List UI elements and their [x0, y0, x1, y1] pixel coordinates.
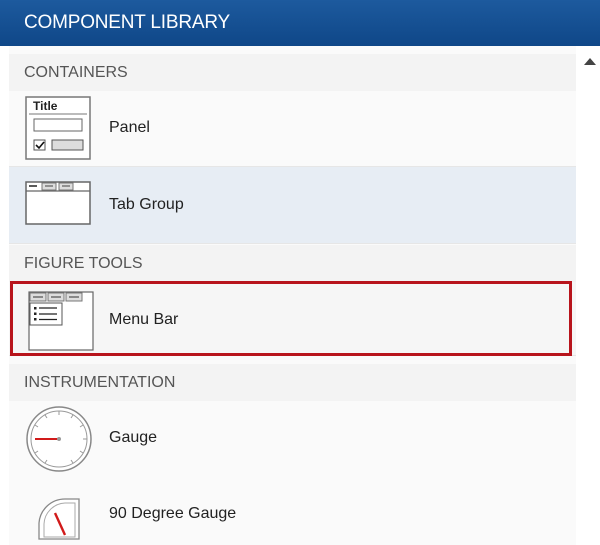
section-figure-tools-label: FIGURE TOOLS [24, 255, 143, 272]
section-instrumentation-label: INSTRUMENTATION [24, 374, 176, 391]
panel-icon: Title [25, 96, 91, 160]
section-instrumentation: INSTRUMENTATION [9, 364, 576, 401]
section-containers: CONTAINERS [9, 54, 576, 91]
item-label-gauge: Gauge [109, 429, 158, 446]
scrollbar[interactable] [576, 46, 600, 545]
component-library-title: COMPONENT LIBRARY [24, 12, 230, 33]
item-label-panel: Panel [109, 119, 150, 136]
ninety-degree-gauge-icon [38, 498, 80, 540]
list-item-90-degree-gauge[interactable]: 90 Degree Gauge [9, 477, 576, 545]
item-label-tab-group: Tab Group [109, 196, 184, 213]
list-item-panel[interactable]: Title Panel [9, 91, 576, 167]
tab-group-icon [25, 181, 91, 225]
item-label-90-degree-gauge: 90 Degree Gauge [109, 505, 237, 522]
panel-icon-title: Title [33, 99, 58, 113]
component-library-header: COMPONENT LIBRARY [0, 0, 600, 46]
section-containers-label: CONTAINERS [24, 64, 128, 81]
scroll-up-arrow-icon[interactable] [584, 58, 596, 65]
gauge-icon [26, 406, 92, 472]
list-item-gauge[interactable]: Gauge [9, 401, 576, 477]
selection-highlight [10, 281, 572, 356]
list-item-tab-group[interactable]: Tab Group [9, 167, 576, 244]
section-figure-tools: FIGURE TOOLS [9, 245, 576, 282]
